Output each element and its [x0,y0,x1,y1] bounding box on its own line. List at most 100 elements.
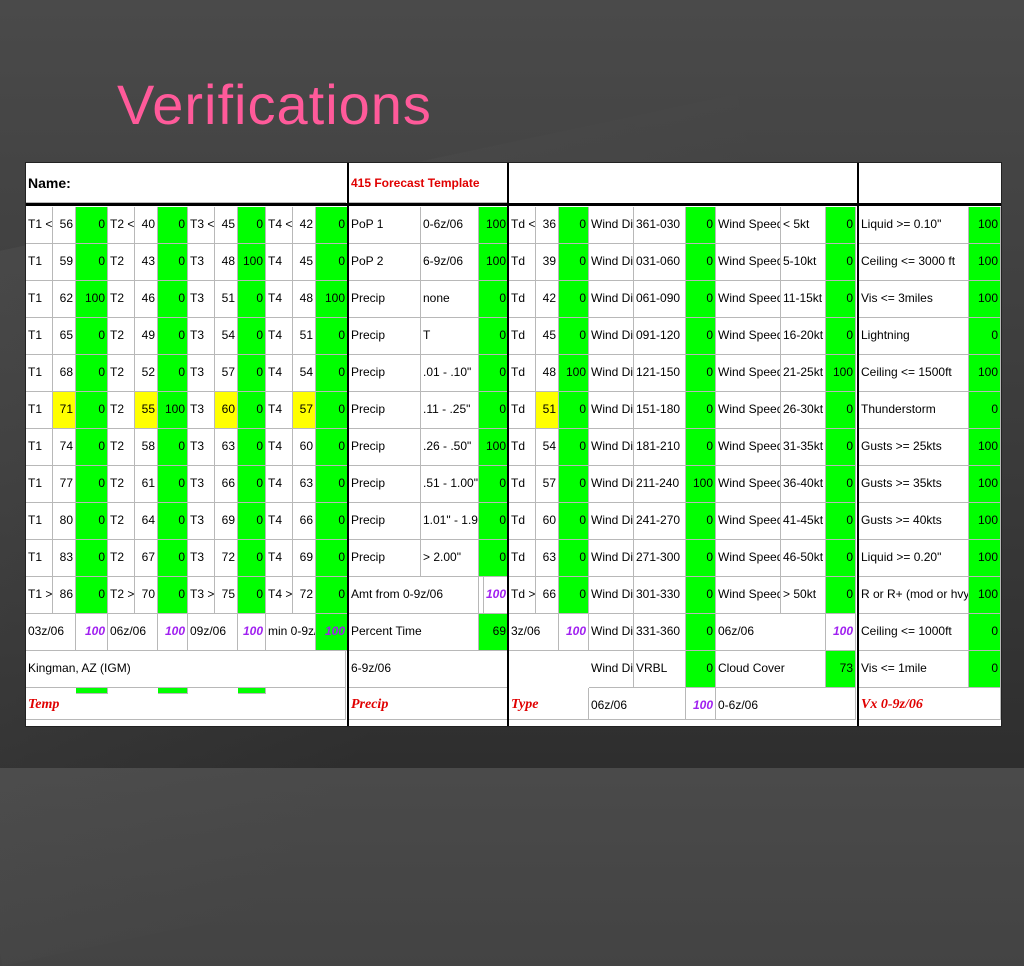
precip-range-cell: .01 - .10" [421,355,479,392]
wind-speed-score-cell: 0 [826,577,856,614]
wind-speed-range-cell: 41-45kt [781,503,826,540]
precip-score-cell: 0 [479,318,509,355]
temp-label-cell: T3 [188,466,215,503]
wind-dir-score-cell: 0 [686,318,716,355]
temp-value-cell: 64 [135,503,158,540]
wind-dir-label-cell: Wind Dir [589,614,634,651]
td-score-cell: 100 [559,614,589,651]
td-score-cell: 0 [559,577,589,614]
wind-speed-range-cell: 21-25kt [781,355,826,392]
precip-window-label: 6-9z/06 [349,651,509,688]
temp-label-cell: T4 [266,540,293,577]
td-label-cell: Td [509,355,536,392]
wind-speed-label-cell: Wind Speed [716,281,781,318]
precip-score-cell: 69 [479,614,509,651]
wind-dir-score-cell: 0 [686,651,716,688]
temp-value-cell: 51 [293,318,316,355]
temp-score-cell: 0 [76,577,108,614]
temp-score-cell: 0 [158,503,188,540]
name-label: Name: [26,163,346,203]
temp-score-cell: 100 [158,392,188,429]
temp-label-cell: T3 [188,392,215,429]
wind-dir-label-cell: Wind Dir [589,651,634,688]
wind-dir-score-cell: 0 [686,281,716,318]
td-time-cell: 3z/06 [509,614,559,651]
temp-value-cell: 77 [53,466,76,503]
td-value-cell: 36 [536,207,559,244]
vis-label-cell: Ceiling <= 3000 ft [859,244,969,281]
temp-score-cell: 0 [76,503,108,540]
precip-score-cell: 0 [479,540,509,577]
wind-dir-label-cell: Wind Dir [589,577,634,614]
temp-footer-score: 100 [238,614,266,651]
wind-dir-label-cell: Wind Dir [589,244,634,281]
temp-score-cell: 0 [76,466,108,503]
temp-label-cell: T1 [26,466,53,503]
vis-score-cell: 100 [969,355,1001,392]
temp-score-cell: 0 [158,355,188,392]
wind-dir-range-cell: 241-270 [634,503,686,540]
precip-label-cell: Precip [349,355,421,392]
vis-label-cell: Gusts >= 40kts [859,503,969,540]
wind-dir-label-cell: Wind Dir [589,281,634,318]
temp-score-cell: 100 [76,281,108,318]
temp-value-cell: 72 [293,577,316,614]
temp-value-cell: 60 [215,392,238,429]
vis-label-cell: Vis <= 1mile [859,651,969,688]
temp-score-cell: 0 [238,540,266,577]
temp-label-cell: T2 < [108,207,135,244]
vis-label-cell: Vis <= 3miles [859,281,969,318]
temp-label-cell: T4 [266,466,293,503]
wind-dir-range-cell: 331-360 [634,614,686,651]
temp-footer-time: 06z/06 [108,614,158,651]
temp-score-cell: 0 [238,392,266,429]
temp-value-cell: 56 [53,207,76,244]
td-value-cell: 54 [536,429,559,466]
temp-score-cell: 0 [76,207,108,244]
wind-dir-label-cell: Wind Dir [589,207,634,244]
temp-value-cell: 75 [215,577,238,614]
temp-score-cell: 0 [76,355,108,392]
wind-speed-score-cell: 0 [826,466,856,503]
precip-score-cell: 100 [479,577,509,614]
td-value-cell: 39 [536,244,559,281]
vis-score-cell: 100 [969,244,1001,281]
precip-label-cell: Precip [349,503,421,540]
temp-label-cell: T3 [188,540,215,577]
wind-dir-score-cell: 0 [686,577,716,614]
td-label-cell: Td [509,503,536,540]
precip-score-cell: 100 [479,244,509,281]
vis-score-cell: 0 [969,614,1001,651]
wind-dir-range-cell: 121-150 [634,355,686,392]
wind-dir-range-cell: 271-300 [634,540,686,577]
wind-dir-score-cell: 100 [686,466,716,503]
wind-dir-range-cell: 151-180 [634,392,686,429]
temp-value-cell: 57 [215,355,238,392]
wind-dir-label-cell: Wind Dir [589,540,634,577]
vis-score-cell: 100 [969,281,1001,318]
temp-value-cell: 54 [215,318,238,355]
header-divider [26,203,1001,206]
temp-label-cell: T2 [108,355,135,392]
temp-value-cell: 74 [53,429,76,466]
temp-score-cell: 0 [316,429,348,466]
temp-label-cell: T4 [266,429,293,466]
wind-speed-label-cell: Wind Speed [716,244,781,281]
precip-range-cell: .51 - 1.00" [421,466,479,503]
temp-value-cell: 54 [293,355,316,392]
temp-score-cell: 0 [238,355,266,392]
temp-value-cell: 67 [135,540,158,577]
temp-score-cell: 0 [76,392,108,429]
wind-speed-time-cell: 06z/06 [716,614,826,651]
wind-dir-time-cell: 06z/06 [589,688,686,720]
vis-score-cell: 100 [969,466,1001,503]
precip-score-cell: 0 [479,355,509,392]
temp-score-cell: 0 [158,577,188,614]
temp-label-cell: T4 > [266,577,293,614]
temp-value-cell: 42 [293,207,316,244]
precip-score-cell: 0 [479,503,509,540]
td-value-cell: 51 [536,392,559,429]
temp-score-cell: 0 [238,429,266,466]
temp-label-cell: T1 [26,540,53,577]
wind-dir-range-cell: 181-210 [634,429,686,466]
